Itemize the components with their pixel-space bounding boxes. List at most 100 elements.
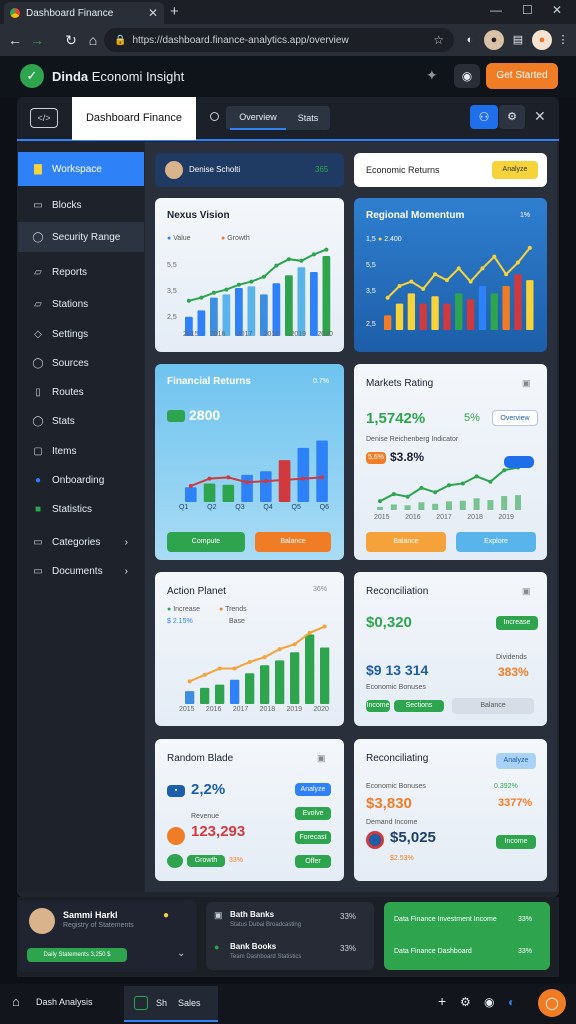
- user-summary-card[interactable]: Denise Scholti 365: [155, 153, 344, 187]
- image-icon[interactable]: ▣: [317, 753, 326, 764]
- analyze-pill[interactable]: Analyze: [295, 783, 331, 796]
- overview-button[interactable]: Overview: [492, 410, 538, 426]
- x-tick: 2019: [286, 706, 303, 713]
- notification-icon[interactable]: ◐: [508, 995, 515, 1009]
- chart-point: [207, 476, 212, 481]
- growth-pill[interactable]: Growth: [187, 855, 225, 867]
- star-icon[interactable]: ☆: [433, 33, 444, 47]
- chart-bar: [247, 286, 256, 336]
- sidebar-item-workspace[interactable]: ▇ Workspace: [18, 152, 144, 186]
- evolve-pill[interactable]: Evolve: [295, 807, 331, 820]
- statements-pill[interactable]: Daily Statements 3,250 $: [27, 948, 127, 962]
- close-icon[interactable]: ✕: [534, 108, 546, 125]
- sidebar-item-categories[interactable]: ▭ Categories ›: [18, 527, 144, 557]
- balance-button[interactable]: Balance: [255, 532, 331, 552]
- sidebar-item-security-range[interactable]: ◯ Security Range: [18, 222, 144, 252]
- chevron-down-icon[interactable]: ⌄: [177, 948, 185, 959]
- new-tab-icon[interactable]: +: [170, 3, 179, 20]
- sidebar-item-blocks[interactable]: ▭ Blocks: [18, 190, 144, 220]
- browser-tab[interactable]: Dashboard Finance ✕: [4, 2, 164, 24]
- stats-icon: ◯: [32, 415, 44, 427]
- y-tick: 1,5: [366, 236, 376, 243]
- chart-point: [456, 266, 461, 271]
- chart-bar: [241, 474, 253, 502]
- image-icon[interactable]: ▣: [522, 378, 531, 389]
- search-card[interactable]: Economic Returns Analyze: [354, 153, 547, 187]
- back-icon[interactable]: ←: [4, 32, 26, 48]
- close-tab-icon[interactable]: ✕: [148, 6, 158, 20]
- reader-icon[interactable]: ▤: [508, 30, 528, 50]
- sidebar-item-stats[interactable]: ◯ Stats: [18, 406, 144, 436]
- browser-menu-icon[interactable]: ⋮: [556, 30, 570, 50]
- url-input[interactable]: 🔒 https://dashboard.finance-analytics.ap…: [104, 28, 454, 52]
- x-tick: 2017: [232, 706, 249, 713]
- settings-icon[interactable]: ⚙: [499, 105, 525, 129]
- analyze-pill[interactable]: Analyze: [496, 753, 536, 769]
- gear-icon[interactable]: ⚙: [460, 995, 471, 1009]
- taskbar-active-app[interactable]: Sh Sales: [124, 986, 218, 1022]
- user-name: Sammi Harkl: [63, 910, 118, 920]
- code-icon[interactable]: </>: [30, 108, 58, 128]
- sidebar-item-settings[interactable]: ◇ Settings: [18, 319, 144, 349]
- sidebar-item-sources[interactable]: ◯ Sources: [18, 348, 144, 378]
- chart-bar: [230, 679, 240, 704]
- y-tick: 2,5: [167, 314, 177, 321]
- maximize-icon[interactable]: ☐: [522, 3, 533, 17]
- home-icon[interactable]: ⌂: [12, 994, 20, 1009]
- income-pill[interactable]: Income: [496, 835, 536, 849]
- minimize-icon[interactable]: —: [490, 3, 502, 17]
- x-ticks: 2015 2016 2017 2018 2019 2020: [183, 331, 333, 338]
- camera-icon[interactable]: ◉: [484, 995, 494, 1009]
- compute-button[interactable]: Compute: [167, 532, 245, 552]
- sidebar-item-items[interactable]: ▢ Items: [18, 436, 144, 466]
- app-logo: ✓: [20, 64, 44, 88]
- analyze-button[interactable]: Analyze: [492, 161, 538, 179]
- income-pill[interactable]: Income: [366, 700, 390, 712]
- reload-icon[interactable]: ↻: [60, 32, 82, 49]
- profile-avatar[interactable]: ●: [484, 30, 504, 50]
- extension-icon[interactable]: ◐: [460, 30, 480, 50]
- balance-pill[interactable]: Balance: [452, 698, 534, 714]
- chart-point: [217, 666, 222, 671]
- sidebar-item-reports[interactable]: ▱ Reports: [18, 257, 144, 287]
- home-icon[interactable]: ⌂: [82, 32, 104, 48]
- bell-icon[interactable]: ●: [163, 910, 169, 921]
- toolbar-title: Dashboard Finance: [72, 97, 196, 140]
- sections-pill[interactable]: Sections: [394, 700, 444, 712]
- radio-icon[interactable]: [210, 112, 219, 121]
- balance-button[interactable]: Balance: [366, 532, 446, 552]
- sidebar-item-documents[interactable]: ▭ Documents ›: [18, 556, 144, 586]
- puzzle-icon[interactable]: ✦: [426, 67, 438, 84]
- sidebar-item-onboarding[interactable]: ● Onboarding: [18, 465, 144, 495]
- taskbar-start-label[interactable]: Dash Analysis: [36, 997, 93, 1007]
- check-icon: [167, 854, 183, 868]
- user-panel[interactable]: Sammi Harkl Registry of Statements ● Dai…: [17, 900, 197, 972]
- forecast-pill[interactable]: Forecast: [295, 831, 331, 844]
- offer-pill[interactable]: Offer: [295, 855, 331, 868]
- tab-overview[interactable]: Overview: [230, 106, 286, 130]
- explore-button[interactable]: Explore: [456, 532, 536, 552]
- window-close-icon[interactable]: ✕: [552, 3, 562, 17]
- chart-bar: [466, 299, 475, 330]
- camera-icon[interactable]: ◉: [454, 64, 480, 88]
- account-avatar[interactable]: ●: [532, 30, 552, 50]
- sidebar-item-stations[interactable]: ▱ Stations: [18, 289, 144, 319]
- chart-bar: [443, 303, 451, 330]
- increase-pill[interactable]: Increase: [496, 616, 538, 630]
- legend-increase: ● Increase: [167, 606, 201, 613]
- assistant-icon[interactable]: ◯: [538, 989, 566, 1017]
- user-icon[interactable]: ⚇: [470, 105, 498, 129]
- add-icon[interactable]: +: [438, 993, 446, 1009]
- tab-stats[interactable]: Stats: [288, 106, 328, 130]
- sidebar-item-routes[interactable]: ▯ Routes: [18, 377, 144, 407]
- chart-bar: [478, 286, 487, 330]
- get-started-button[interactable]: Get Started: [486, 63, 558, 89]
- chart-bar: [222, 484, 235, 502]
- chart-point: [262, 655, 267, 660]
- image-icon[interactable]: ▣: [522, 586, 531, 597]
- chart-point: [263, 479, 268, 484]
- chart-point: [245, 480, 250, 485]
- forward-icon[interactable]: →: [26, 32, 48, 48]
- x-ticks: 2015 2016 2017 2018 2019: [374, 514, 514, 521]
- sidebar-item-statistics[interactable]: ■ Statistics: [18, 494, 144, 524]
